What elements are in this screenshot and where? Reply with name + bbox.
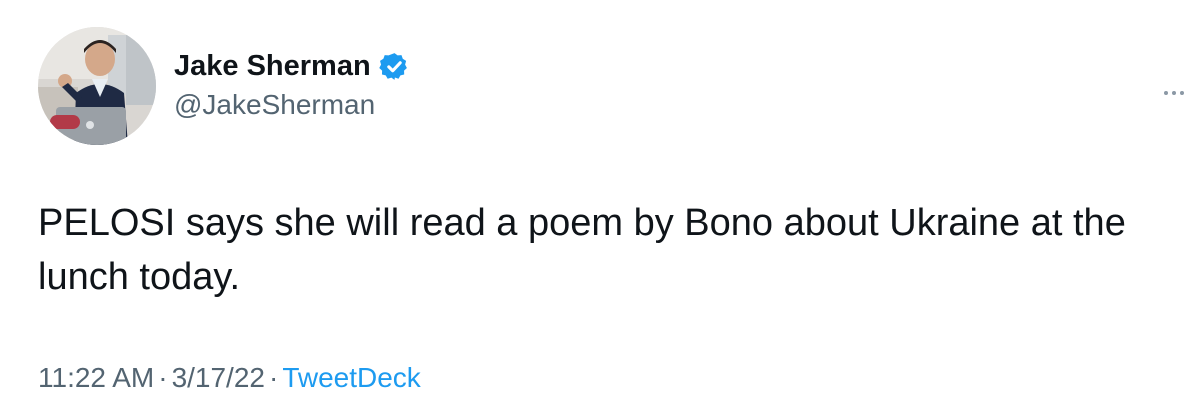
tweet-text: PELOSI says she will read a poem by Bono… [38,202,1126,298]
tweet-source-link[interactable]: TweetDeck [282,362,421,393]
author-handle[interactable]: @JakeSherman [174,88,410,122]
more-dot [1164,91,1168,95]
more-dots-icon[interactable] [1164,80,1200,106]
author-info: Jake Sherman @JakeSherman [174,46,410,122]
tweet-metadata: 11:22 AM · 3/17/22 · TweetDeck [38,358,421,398]
meta-separator: · [158,362,168,393]
verified-badge-icon [378,51,410,82]
tweet-date[interactable]: 3/17/22 [172,362,265,393]
author-name-row: Jake Sherman [174,46,410,86]
tweet-card: Jake Sherman @JakeSherman PELOSI says sh… [0,0,1200,406]
more-dot [1180,91,1184,95]
author-display-name[interactable]: Jake Sherman [174,46,371,86]
author-avatar[interactable] [38,27,156,145]
more-dot [1172,91,1176,95]
avatar-photo-icon [38,27,156,145]
tweet-time[interactable]: 11:22 AM [38,362,154,393]
meta-separator: · [268,362,279,393]
